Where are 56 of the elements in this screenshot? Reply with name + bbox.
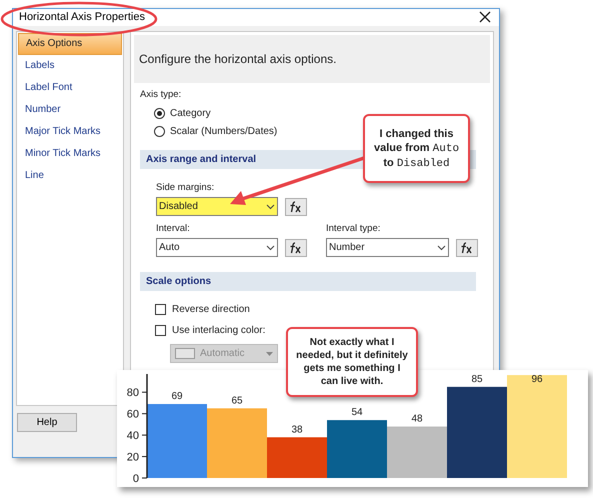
chart-bar — [327, 420, 387, 478]
sidebar-item[interactable]: Minor Tick Marks — [18, 142, 122, 164]
chevron-icon — [437, 244, 446, 251]
caret-icon — [266, 352, 273, 356]
bar-value-label: 96 — [531, 374, 543, 385]
axis-tick-label: 40 — [126, 430, 139, 442]
radio-label: Scalar (Numbers/Dates) — [170, 124, 278, 139]
radio-label: Category — [170, 106, 211, 121]
checkbox-label: Use interlacing color: — [172, 324, 266, 338]
checkbox[interactable] — [155, 304, 166, 316]
sidebar-item[interactable]: Line — [18, 164, 122, 186]
window-title: Horizontal Axis Properties — [19, 10, 145, 25]
sidebar-item[interactable]: Label Font — [18, 76, 122, 98]
bar-value-label: 65 — [231, 395, 243, 406]
tick-mark — [142, 456, 148, 458]
sidebar-item[interactable]: Major Tick Marks — [18, 120, 122, 142]
panel-heading: Configure the horizontal axis options. — [139, 50, 336, 68]
field-label: Interval type: — [326, 222, 382, 236]
field-label: Interval: — [156, 222, 191, 236]
sidebar-item[interactable]: Axis Options — [18, 32, 122, 54]
axis-tick-label: 20 — [126, 452, 139, 464]
bar-value-label: 38 — [291, 424, 303, 436]
fx-icon[interactable] — [285, 198, 307, 216]
axis-tick-label: 80 — [126, 387, 139, 400]
close-icon — [479, 11, 491, 24]
dropdown[interactable]: Disabled — [156, 197, 278, 216]
fx-icon[interactable] — [285, 238, 307, 257]
callout-text: I changed this value from Auto to Disabled — [372, 126, 460, 170]
field-label: Axis type: — [140, 88, 182, 102]
dropdown[interactable]: Auto — [156, 238, 278, 258]
axis-tick-label: 60 — [126, 408, 139, 421]
radio-button[interactable] — [154, 108, 165, 119]
bar-value-label: 48 — [411, 414, 423, 425]
section-title: Axis range and interval — [146, 152, 256, 167]
color-swatch — [175, 348, 195, 360]
section-title: Scale options — [146, 275, 212, 290]
checkbox-label: Reverse direction — [172, 303, 250, 318]
sidebar-item[interactable]: Labels — [18, 54, 122, 76]
radio-button[interactable] — [154, 126, 165, 137]
fx-icon[interactable] — [456, 238, 478, 257]
tick-mark — [142, 434, 148, 436]
chevron-icon — [266, 204, 275, 210]
chevron-icon — [266, 244, 275, 251]
callout-text: Not exactly what I needed, but it definitely gets me something I can live with. — [295, 336, 409, 388]
field-label: Side margins: — [156, 180, 216, 195]
tick-mark — [142, 413, 148, 414]
help-button[interactable]: Help — [17, 412, 77, 432]
sidebar-item[interactable]: Number — [18, 98, 122, 120]
checkbox[interactable] — [155, 325, 166, 336]
tick-mark — [142, 392, 148, 393]
bar-value-label: 85 — [471, 374, 483, 385]
dropdown[interactable]: Number — [326, 238, 449, 258]
bar-value-label: 54 — [351, 407, 363, 418]
bar-value-label: 69 — [171, 391, 183, 402]
axis-tick-label: 0 — [132, 473, 139, 485]
color-dropdown: Automatic — [170, 344, 278, 364]
